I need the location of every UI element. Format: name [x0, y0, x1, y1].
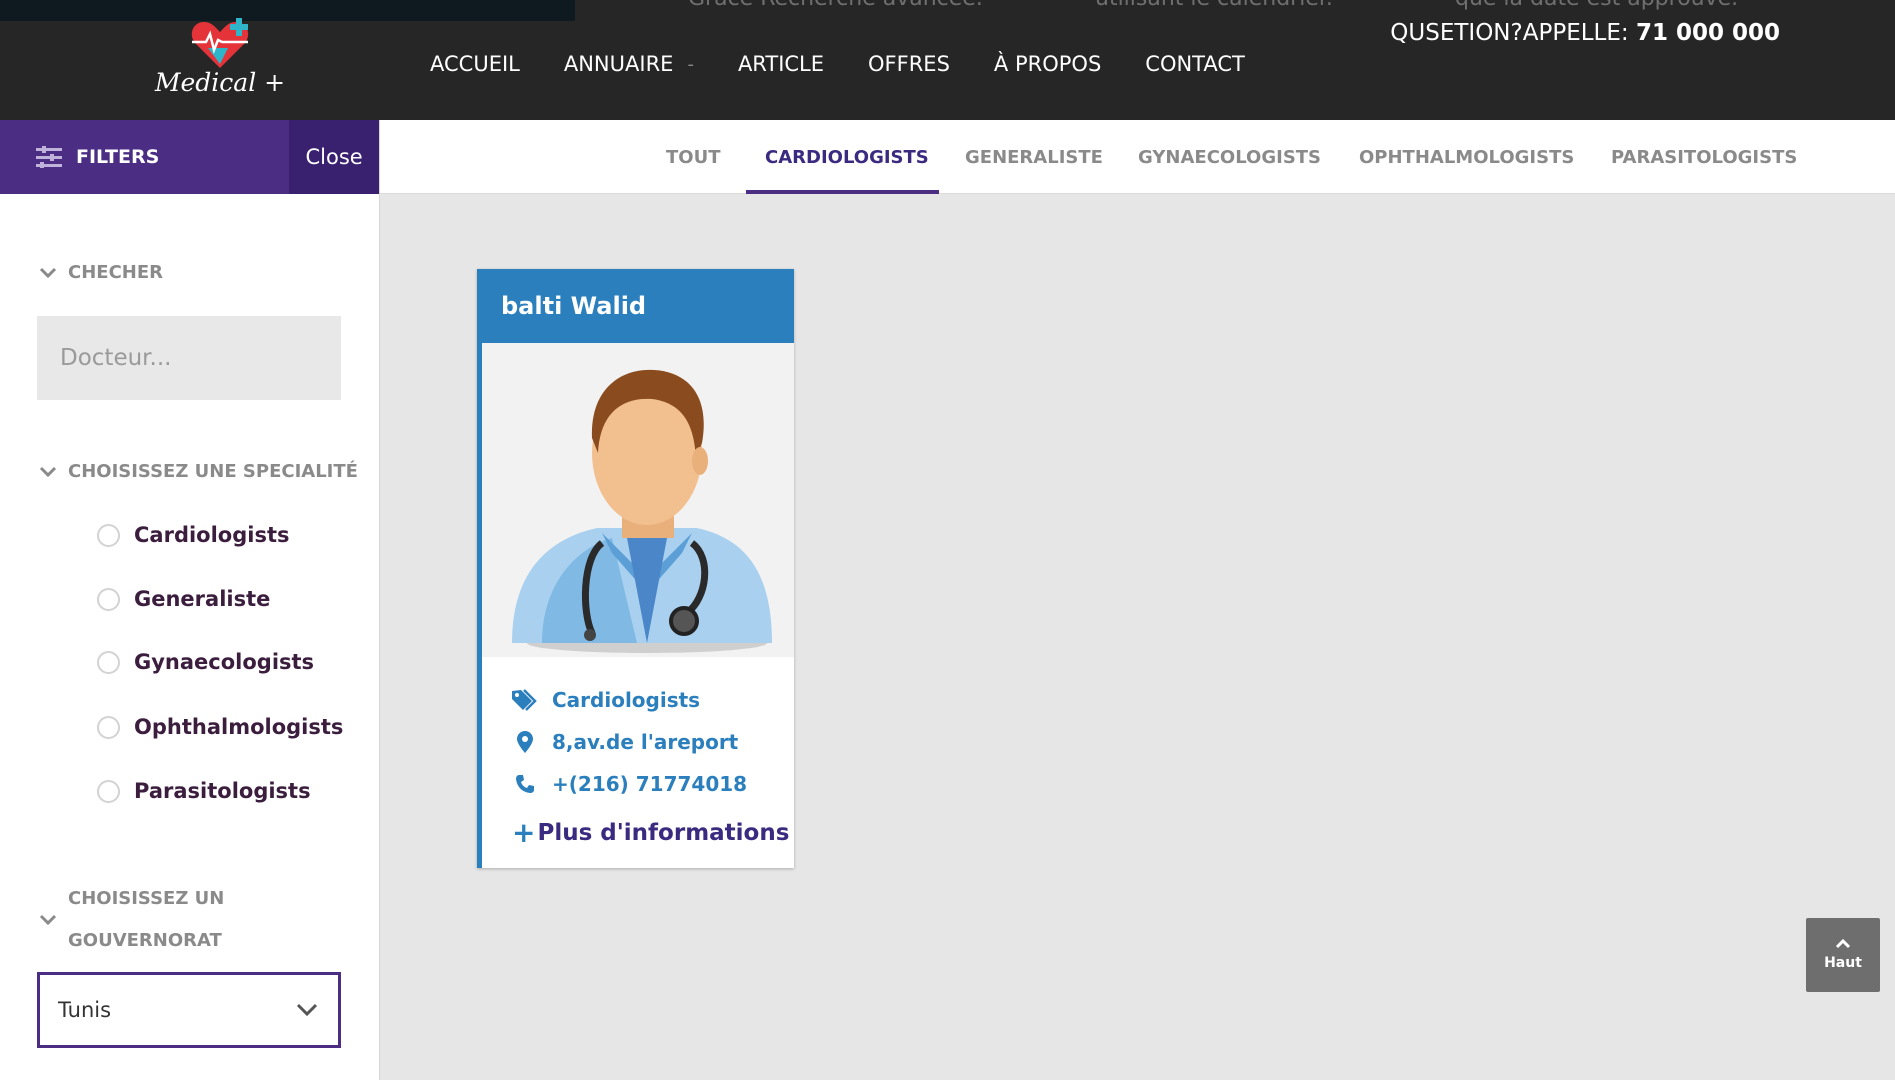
section-label: GOUVERNORAT — [68, 930, 222, 951]
heart-pulse-icon — [191, 18, 249, 68]
section-label: CHOISISSEZ UN — [68, 888, 225, 909]
tab-generaliste[interactable]: GENERALISTE — [965, 120, 1103, 194]
section-label: CHECHER — [68, 262, 164, 283]
governorate-section-title[interactable]: CHOISISSEZ UN GOUVERNORAT — [38, 878, 224, 962]
doctor-phone[interactable]: +(216) 71774018 — [552, 772, 747, 796]
radio-button[interactable] — [97, 587, 120, 611]
back-to-top-label: Haut — [1824, 955, 1862, 971]
tab-gynaecologists[interactable]: GYNAECOLOGISTS — [1138, 120, 1321, 194]
tab-cardiologists[interactable]: CARDIOLOGISTS — [765, 120, 929, 194]
chevron-down-icon — [39, 914, 57, 926]
doctor-address-row: 8,av.de l'areport — [512, 729, 738, 755]
chevron-down-icon — [39, 267, 57, 278]
doctor-name[interactable]: balti Walid — [477, 269, 794, 343]
more-info-label: Plus d'informations — [537, 820, 790, 846]
nav-annuaire[interactable]: ANNUAIRE - — [564, 52, 694, 76]
doctor-avatar — [482, 343, 794, 657]
doctor-specialty-row: Cardiologists — [512, 687, 700, 713]
governorate-select[interactable]: Tunis — [37, 972, 341, 1048]
nav-label: OFFRES — [868, 52, 950, 76]
filters-bar: FILTERS Close — [0, 120, 379, 194]
tab-ophthalmologists[interactable]: OPHTHALMOLOGISTS — [1359, 120, 1574, 194]
specialty-option-generaliste[interactable]: Generaliste — [97, 587, 270, 611]
filters-sidebar: FILTERS Close CHECHER CHOISISSEZ UNE SPE… — [0, 120, 380, 1080]
plus-icon: + — [512, 816, 536, 849]
ghost-text: que la date est approuvé. — [1455, 0, 1738, 11]
filters-header: FILTERS — [0, 120, 289, 194]
map-pin-icon — [512, 729, 538, 755]
selected-value: Tunis — [58, 998, 112, 1022]
specialty-option-cardiologists[interactable]: Cardiologists — [97, 523, 290, 547]
radio-button[interactable] — [97, 779, 120, 803]
specialty-section-title[interactable]: CHOISISSEZ UNE SPECIALITÉ — [38, 461, 358, 482]
nav-label: ACCUEIL — [430, 52, 520, 76]
tags-icon — [512, 687, 538, 713]
nav-a-propos[interactable]: À PROPOS — [994, 52, 1101, 76]
specialty-label: Cardiologists — [134, 523, 290, 547]
back-to-top-button[interactable]: Haut — [1806, 918, 1880, 992]
phone-label: QUSETION?APPELLE: — [1390, 20, 1629, 46]
nav-accueil[interactable]: ACCUEIL — [430, 52, 520, 76]
radio-button[interactable] — [97, 650, 120, 674]
logo[interactable]: Medical + — [150, 18, 290, 102]
main-nav: ACCUEIL ANNUAIRE - ARTICLE OFFRES À PROPO… — [430, 52, 1289, 76]
close-filters-button[interactable]: Close — [289, 120, 379, 194]
sliders-icon — [36, 146, 62, 168]
radio-button[interactable] — [97, 715, 120, 739]
doctor-card: balti Walid Cardiologists 8,av.de l'arep… — [477, 269, 794, 868]
doctor-phone-row: +(216) 71774018 — [512, 771, 747, 797]
phone-info: QUSETION?APPELLE: 71 000 000 — [1390, 20, 1780, 46]
nav-contact[interactable]: CONTACT — [1145, 52, 1245, 76]
radio-button[interactable] — [97, 523, 120, 547]
specialty-option-parasitologists[interactable]: Parasitologists — [97, 779, 311, 803]
specialty-label: Ophthalmologists — [134, 715, 344, 739]
active-tab-indicator — [746, 190, 939, 194]
more-info-link[interactable]: + Plus d'informations — [512, 819, 789, 847]
nav-label: À PROPOS — [993, 52, 1102, 76]
site-header: Grâce Recherche avancée. utilisant le ca… — [0, 0, 1895, 120]
nav-article[interactable]: ARTICLE — [738, 52, 824, 76]
chevron-up-icon — [1835, 939, 1851, 949]
search-section-title[interactable]: CHECHER — [38, 262, 163, 283]
doctor-avatar-icon — [512, 369, 772, 653]
tab-tout[interactable]: TOUT — [666, 120, 720, 194]
specialty-label: Generaliste — [134, 587, 271, 611]
filters-label: FILTERS — [76, 146, 160, 168]
ghost-text: utilisant le calendrier. — [1095, 0, 1333, 11]
specialty-label: Parasitologists — [134, 779, 311, 803]
logo-text: Medical + — [154, 68, 286, 97]
chevron-down-icon — [296, 1003, 318, 1017]
doctor-address: 8,av.de l'areport — [552, 730, 739, 754]
doctor-specialty[interactable]: Cardiologists — [552, 688, 700, 712]
nav-label: CONTACT — [1145, 52, 1245, 76]
phone-icon — [512, 771, 538, 797]
nav-offres[interactable]: OFFRES — [868, 52, 950, 76]
dropdown-dash-icon: - — [687, 53, 694, 75]
section-label: CHOISISSEZ UNE SPECIALITÉ — [68, 461, 358, 482]
tab-parasitologists[interactable]: PARASITOLOGISTS — [1611, 120, 1797, 194]
nav-label: ARTICLE — [737, 52, 825, 76]
chevron-down-icon — [39, 466, 57, 477]
specialty-label: Gynaecologists — [134, 650, 315, 674]
specialty-option-ophthalmologists[interactable]: Ophthalmologists — [97, 715, 343, 739]
ghost-text: Grâce Recherche avancée. — [688, 0, 983, 11]
doctor-search-input[interactable] — [37, 316, 341, 400]
nav-label: ANNUAIRE — [563, 52, 674, 76]
specialty-option-gynaecologists[interactable]: Gynaecologists — [97, 650, 314, 674]
phone-number: 71 000 000 — [1635, 20, 1780, 46]
specialty-tabs: TOUT CARDIOLOGISTS GENERALISTE GYNAECOLO… — [380, 120, 1895, 194]
